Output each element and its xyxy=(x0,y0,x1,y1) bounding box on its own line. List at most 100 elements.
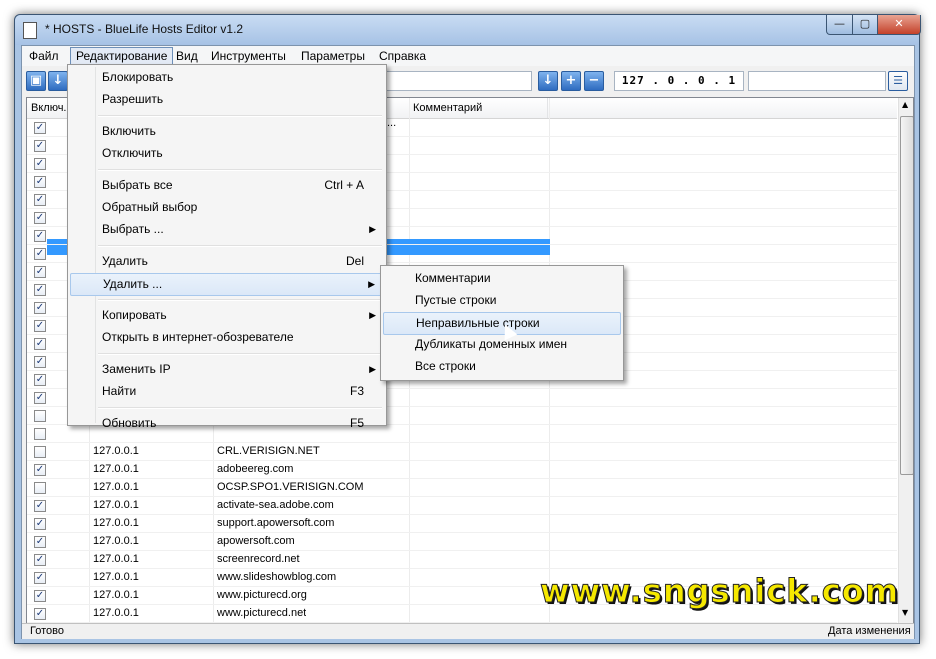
ip-address-input[interactable]: 127 . 0 . 0 . 1 xyxy=(614,71,744,91)
menu-separator xyxy=(98,169,382,171)
row-checkbox[interactable]: ✓ xyxy=(34,122,46,134)
row-host: screenrecord.net xyxy=(217,553,300,565)
scrollbar-thumb[interactable] xyxy=(900,116,913,475)
menu-separator xyxy=(98,299,382,301)
row-checkbox[interactable]: ✓ xyxy=(34,302,46,314)
column-comment[interactable]: Комментарий xyxy=(409,98,548,118)
table-row[interactable]: ✓ 127.0.0.1 activate-sea.adobe.com xyxy=(27,497,897,515)
menu-view[interactable]: Вид xyxy=(171,48,203,64)
row-checkbox[interactable]: ✓ xyxy=(34,536,46,548)
row-ip: 127.0.0.1 xyxy=(93,607,139,619)
scroll-down-icon[interactable]: ▼ xyxy=(902,608,908,617)
edit-dropdown-menu: Блокировать Разрешить Включить Отключить Выб… xyxy=(67,64,387,430)
row-checkbox[interactable]: ✓ xyxy=(34,176,46,188)
status-text: Готово xyxy=(30,625,64,637)
submenu-item-label: Неправильные строки xyxy=(416,316,540,330)
menu-item-label: Выбрать все xyxy=(102,178,173,192)
row-checkbox[interactable]: ✓ xyxy=(34,356,46,368)
menu-item-label: Обновить xyxy=(102,416,157,430)
table-row[interactable]: 127.0.0.1 CRL.VERISIGN.NET xyxy=(27,443,897,461)
submenu-item-label: Комментарии xyxy=(415,271,491,285)
menu-item-label: Обратный выбор xyxy=(102,200,198,214)
menu-item[interactable]: Найти F3 xyxy=(70,381,384,402)
row-checkbox[interactable]: ✓ xyxy=(34,212,46,224)
row-checkbox[interactable] xyxy=(34,410,46,422)
down-arrow-icon[interactable]: ↓ xyxy=(48,71,68,91)
menu-item[interactable]: Копировать ▶ xyxy=(70,305,384,326)
row-checkbox[interactable]: ✓ xyxy=(34,248,46,260)
menu-item[interactable]: Разрешить xyxy=(70,89,384,110)
add-icon[interactable]: + xyxy=(561,71,581,91)
scroll-up-icon[interactable]: ▲ xyxy=(902,100,908,109)
table-row[interactable]: ✓ 127.0.0.1 adobeereg.com xyxy=(27,461,897,479)
move-down-icon[interactable]: ↓ xyxy=(538,71,558,91)
list-view-icon[interactable]: ☰ xyxy=(888,71,908,91)
row-checkbox[interactable]: ✓ xyxy=(34,140,46,152)
menu-item[interactable]: Отключить xyxy=(70,143,384,164)
close-button[interactable]: ✕ xyxy=(877,15,921,35)
menu-item[interactable]: Обновить F5 xyxy=(70,413,384,434)
menu-item[interactable]: Удалить Del xyxy=(70,251,384,272)
row-checkbox[interactable]: ✓ xyxy=(34,284,46,296)
menu-separator xyxy=(98,353,382,355)
menu-item[interactable]: Обратный выбор xyxy=(70,197,384,218)
window-title: * HOSTS - BlueLife Hosts Editor v1.2 xyxy=(45,22,244,36)
row-checkbox[interactable]: ✓ xyxy=(34,266,46,278)
menu-item-label: Найти xyxy=(102,384,137,398)
row-checkbox[interactable]: ✓ xyxy=(34,158,46,170)
row-host: activate-sea.adobe.com xyxy=(217,499,334,511)
menu-item-shortcut: F5 xyxy=(349,416,364,430)
menu-settings[interactable]: Параметры xyxy=(296,48,370,64)
submenu-item[interactable]: Все строки xyxy=(383,356,621,377)
title-bar[interactable]: * HOSTS - BlueLife Hosts Editor v1.2 — ▢… xyxy=(15,15,921,45)
row-host: support.apowersoft.com xyxy=(217,517,335,529)
menu-item[interactable]: Заменить IP ▶ xyxy=(70,359,384,380)
row-checkbox[interactable]: ✓ xyxy=(34,500,46,512)
menu-item[interactable]: Удалить ... ▶ xyxy=(70,273,384,296)
vertical-scrollbar[interactable]: ▲ ▼ xyxy=(898,98,913,626)
comment-input[interactable] xyxy=(748,71,886,91)
remove-icon[interactable]: − xyxy=(584,71,604,91)
notepad-icon xyxy=(23,22,37,39)
menu-item[interactable]: Блокировать xyxy=(70,67,384,88)
row-checkbox[interactable] xyxy=(34,446,46,458)
menu-item[interactable]: Открыть в интернет-обозревателе xyxy=(70,327,384,348)
row-checkbox[interactable] xyxy=(34,428,46,440)
row-checkbox[interactable]: ✓ xyxy=(34,518,46,530)
menu-help[interactable]: Справка xyxy=(374,48,431,64)
submenu-arrow-icon: ▶ xyxy=(369,364,376,374)
submenu-item[interactable]: Дубликаты доменных имен xyxy=(383,334,621,355)
row-checkbox[interactable]: ✓ xyxy=(34,338,46,350)
delete-submenu: Комментарии Пустые строки Неправильные стр… xyxy=(380,265,624,381)
minimize-button[interactable]: — xyxy=(826,15,853,35)
maximize-button[interactable]: ▢ xyxy=(852,15,878,35)
row-checkbox[interactable]: ✓ xyxy=(34,230,46,242)
table-row[interactable]: ✓ 127.0.0.1 apowersoft.com xyxy=(27,533,897,551)
watermark-text: www.sngsnick.com xyxy=(539,572,900,611)
row-checkbox[interactable]: ✓ xyxy=(34,464,46,476)
row-checkbox[interactable]: ✓ xyxy=(34,320,46,332)
row-checkbox[interactable]: ✓ xyxy=(34,554,46,566)
row-checkbox[interactable]: ✓ xyxy=(34,590,46,602)
menu-tools[interactable]: Инструменты xyxy=(206,48,291,64)
table-row[interactable]: ✓ 127.0.0.1 screenrecord.net xyxy=(27,551,897,569)
row-checkbox[interactable]: ✓ xyxy=(34,194,46,206)
menu-edit[interactable]: Редактирование xyxy=(70,47,174,65)
row-checkbox[interactable]: ✓ xyxy=(34,374,46,386)
row-checkbox[interactable] xyxy=(34,482,46,494)
table-row[interactable]: ✓ 127.0.0.1 support.apowersoft.com xyxy=(27,515,897,533)
row-checkbox[interactable]: ✓ xyxy=(34,392,46,404)
menu-item[interactable]: Выбрать ... ▶ xyxy=(70,219,384,240)
menu-item[interactable]: Включить xyxy=(70,121,384,142)
save-icon[interactable]: ▣ xyxy=(26,71,46,91)
row-checkbox[interactable]: ✓ xyxy=(34,572,46,584)
status-bar: Готово Дата изменения xyxy=(22,623,914,639)
hostname-input[interactable] xyxy=(382,71,532,91)
submenu-item[interactable]: Комментарии xyxy=(383,268,621,289)
table-row[interactable]: 127.0.0.1 OCSP.SPO1.VERISIGN.COM xyxy=(27,479,897,497)
row-checkbox[interactable]: ✓ xyxy=(34,608,46,620)
menu-item[interactable]: Выбрать все Ctrl + A xyxy=(70,175,384,196)
submenu-item[interactable]: Пустые строки xyxy=(383,290,621,311)
row-host: adobeereg.com xyxy=(217,463,294,475)
menu-file[interactable]: Файл xyxy=(24,48,64,64)
